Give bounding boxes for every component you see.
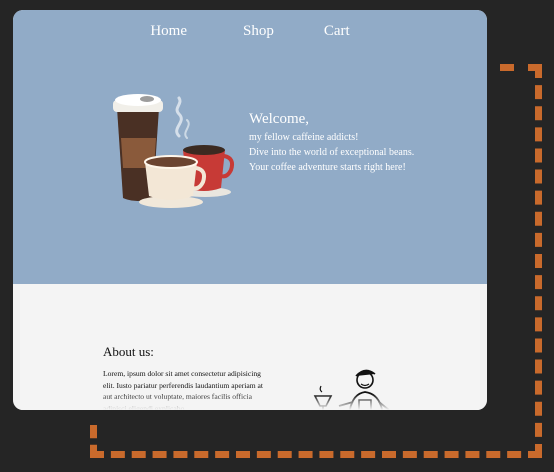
nav-cart-link[interactable]: Cart [306,22,368,40]
decorative-dashed-corner-top [500,64,542,71]
decorative-dashed-corner-left [90,425,97,458]
bottom-fade [13,394,487,410]
top-nav: Home Shop Cart [13,22,487,40]
coffee-cups-illustration [113,94,235,208]
welcome-heading: Welcome, [249,111,310,127]
nav-home-link[interactable]: Home [132,22,205,40]
nav-shop-link[interactable]: Shop [225,22,292,40]
about-heading: About us: [103,344,154,359]
browser-page: Home Shop Cart Welcome, my fellow caffei… [13,10,487,410]
hero-section: Home Shop Cart Welcome, my fellow caffei… [13,10,487,284]
welcome-line-2: Dive into the world of exceptional beans… [249,147,415,158]
welcome-text-block: Welcome, my fellow caffeine addicts! Div… [249,110,414,175]
welcome-line-1: my fellow caffeine addicts! [249,132,359,143]
welcome-line-3: Your coffee adventure starts right here! [249,162,406,173]
